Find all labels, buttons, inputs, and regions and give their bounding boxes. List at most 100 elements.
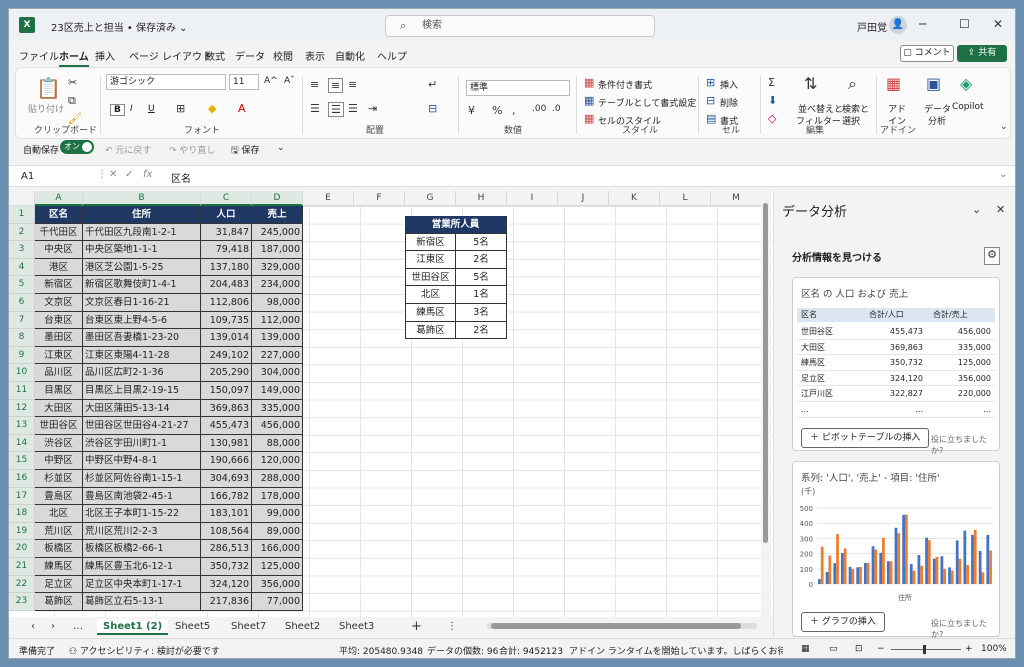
delete-cells-icon[interactable]: ⊟: [706, 94, 715, 107]
column-header[interactable]: M: [711, 191, 762, 206]
menu-help[interactable]: ヘルプ: [377, 48, 407, 63]
table-cell[interactable]: 豊島区南池袋2-45-1: [83, 487, 201, 506]
undo-button[interactable]: ↶ 元に戻す: [105, 143, 151, 156]
fill-icon[interactable]: ⬇: [768, 94, 777, 107]
zoom-in-icon[interactable]: +: [965, 644, 973, 654]
table-cell[interactable]: 渋谷区: [35, 434, 83, 453]
menu-formulas[interactable]: 数式: [205, 48, 225, 63]
tab-sheet7[interactable]: Sheet7: [231, 619, 266, 635]
table-cell[interactable]: 足立区: [35, 575, 83, 594]
format-cells-icon[interactable]: ▤: [706, 112, 716, 125]
table-cell[interactable]: 千代田区: [35, 223, 83, 242]
staff-cell[interactable]: 葛飾区: [405, 321, 456, 340]
user-name[interactable]: 戸田覚: [857, 19, 887, 34]
maximize-button[interactable]: ☐: [959, 17, 970, 31]
table-cell[interactable]: 板橋区: [35, 540, 83, 558]
row-header[interactable]: 17: [9, 487, 35, 506]
row-header[interactable]: 12: [9, 399, 35, 418]
zoom-level[interactable]: 100%: [981, 644, 1007, 654]
zoom-out-icon[interactable]: −: [877, 644, 885, 654]
table-header-cell[interactable]: 人口: [201, 206, 252, 224]
table-cell[interactable]: 369,863: [201, 399, 252, 418]
menu-review[interactable]: 校閲: [273, 48, 293, 63]
insert-chart-button[interactable]: ＋ グラフの挿入: [801, 612, 885, 632]
row-header[interactable]: 21: [9, 558, 35, 576]
underline-button[interactable]: U: [148, 104, 155, 114]
autosave-toggle[interactable]: オン: [60, 140, 94, 154]
table-cell[interactable]: 288,000: [252, 470, 303, 488]
table-cell[interactable]: 港区芝公園1-5-25: [83, 258, 201, 277]
row-header[interactable]: 3: [9, 241, 35, 259]
insert-pivot-button[interactable]: ＋ ピボットテーブルの挿入: [801, 428, 930, 448]
staff-cell[interactable]: 5名: [456, 233, 507, 252]
staff-cell[interactable]: 3名: [456, 304, 507, 322]
table-cell[interactable]: 217,836: [201, 593, 252, 611]
row-header[interactable]: 23: [9, 593, 35, 611]
border-icon[interactable]: ⊞: [176, 102, 185, 115]
zoom-slider-thumb[interactable]: [923, 645, 926, 654]
column-header[interactable]: H: [456, 191, 507, 206]
table-cell[interactable]: 墨田区吾妻橋1-23-20: [83, 329, 201, 347]
align-left-icon[interactable]: ☰: [310, 102, 320, 115]
avatar[interactable]: 👤: [889, 16, 907, 34]
row-header[interactable]: 19: [9, 522, 35, 541]
page-break-view-icon[interactable]: ⊡: [855, 644, 863, 654]
staff-table-title[interactable]: 営業所人員: [405, 216, 507, 234]
table-cell[interactable]: 187,000: [252, 241, 303, 259]
table-cell[interactable]: 98,000: [252, 294, 303, 312]
column-header[interactable]: E: [303, 191, 354, 206]
percent-icon[interactable]: %: [492, 104, 502, 117]
tab-sheet1-2[interactable]: Sheet1 (2): [97, 619, 169, 635]
staff-cell[interactable]: 2名: [456, 251, 507, 269]
insight-chart[interactable]: 500 400 300 200 100 0 住所: [793, 502, 999, 606]
table-cell[interactable]: 世田谷区世田谷4-21-27: [83, 417, 201, 435]
row-header[interactable]: 6: [9, 294, 35, 312]
increase-decimal-icon[interactable]: .00: [532, 104, 546, 114]
menu-view[interactable]: 表示: [305, 48, 325, 63]
table-cell[interactable]: 文京区春日1-16-21: [83, 294, 201, 312]
tab-next-icon[interactable]: ›: [51, 619, 55, 635]
wrap-text-icon[interactable]: ↵: [428, 78, 437, 91]
row-header[interactable]: 20: [9, 540, 35, 558]
table-cell[interactable]: 324,120: [201, 575, 252, 594]
table-cell[interactable]: 112,000: [252, 311, 303, 330]
table-cell[interactable]: 品川区: [35, 364, 83, 382]
copy-icon[interactable]: ⧉: [68, 94, 76, 108]
table-cell[interactable]: 新宿区: [35, 276, 83, 294]
redo-button[interactable]: ↷ やり直し: [169, 143, 215, 156]
row-header[interactable]: 9: [9, 346, 35, 365]
row-header[interactable]: 5: [9, 276, 35, 294]
menu-data[interactable]: データ: [235, 48, 265, 63]
qat-customize-icon[interactable]: ⌄: [277, 143, 285, 153]
table-cell[interactable]: 千代田区九段南1-2-1: [83, 223, 201, 242]
column-header[interactable]: K: [609, 191, 660, 206]
table-cell[interactable]: 89,000: [252, 522, 303, 541]
decrease-decimal-icon[interactable]: .0: [552, 104, 561, 114]
table-cell[interactable]: 77,000: [252, 593, 303, 611]
tab-options-icon[interactable]: ⋮: [447, 619, 457, 635]
settings-gear-icon[interactable]: ⚙: [984, 247, 1000, 265]
document-title[interactable]: 23区売上と担当 • 保存済み ⌄: [51, 19, 188, 34]
italic-button[interactable]: I: [130, 104, 133, 114]
clear-icon[interactable]: ◇: [768, 112, 776, 125]
table-cell[interactable]: 板橋区板橋2-66-1: [83, 540, 201, 558]
table-cell[interactable]: 304,693: [201, 470, 252, 488]
copilot-button[interactable]: Copilot: [952, 102, 984, 112]
table-cell[interactable]: 245,000: [252, 223, 303, 242]
enter-icon[interactable]: ✓: [125, 169, 133, 180]
align-bottom-icon[interactable]: ≡: [348, 78, 357, 91]
staff-cell[interactable]: 世田谷区: [405, 268, 456, 287]
tab-sheet2[interactable]: Sheet2: [285, 619, 320, 635]
table-header-cell[interactable]: 住所: [83, 206, 201, 224]
table-cell[interactable]: 120,000: [252, 452, 303, 470]
comment-button[interactable]: ▢ コメント: [900, 45, 954, 62]
font-name-select[interactable]: 游ゴシック: [106, 74, 226, 90]
comma-icon[interactable]: ,: [512, 104, 516, 117]
table-cell[interactable]: 目黒区: [35, 382, 83, 400]
column-header[interactable]: I: [507, 191, 558, 206]
font-shrink-button[interactable]: Aˇ: [284, 76, 295, 86]
row-header[interactable]: 4: [9, 258, 35, 277]
table-cell[interactable]: 江東区東陽4-11-28: [83, 346, 201, 365]
share-button[interactable]: ⇪ 共有: [957, 45, 1007, 62]
currency-icon[interactable]: ¥: [468, 104, 475, 117]
